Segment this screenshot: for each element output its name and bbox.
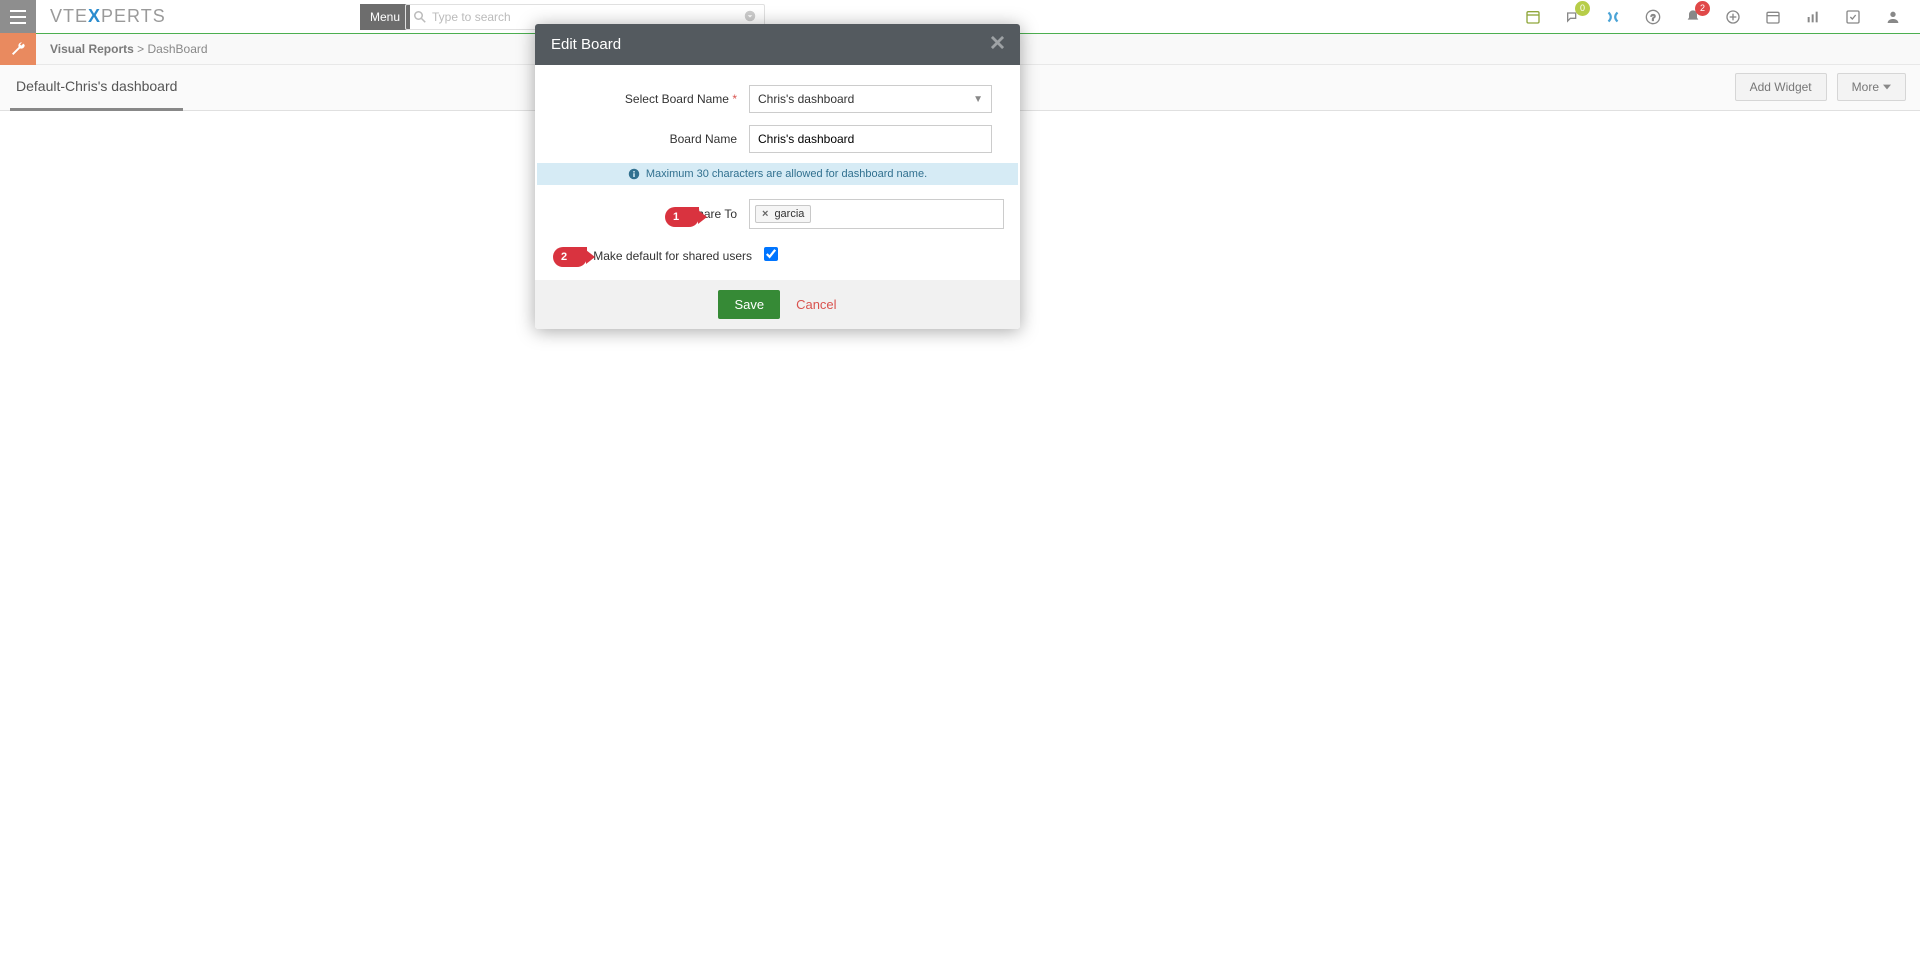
label-board-name: Board Name [549,132,749,146]
modal-footer: Save Cancel [535,280,1020,329]
annotation-marker-2: 2 [553,247,587,267]
board-name-field-wrap [749,125,992,153]
comments-badge: 0 [1575,1,1590,16]
hamburger-menu[interactable] [0,0,36,33]
row-make-default: 2 Make default for shared users [535,241,1020,270]
calendar-icon[interactable] [1764,8,1782,26]
row-board-name: Board Name [535,119,1020,159]
logo-x: X [88,6,101,27]
breadcrumb-page[interactable]: DashBoard [148,42,208,56]
settings-wrench[interactable] [0,33,36,65]
cancel-button[interactable]: Cancel [796,297,836,312]
svg-text:?: ? [1651,12,1656,22]
chart-icon[interactable] [1804,8,1822,26]
modal-header: Edit Board [535,24,1020,65]
breadcrumb-module[interactable]: Visual Reports [50,42,134,56]
logo-suffix: PERTS [101,6,166,27]
info-text: Maximum 30 characters are allowed for da… [646,168,927,180]
modal-body: Select Board Name * Chris's dashboard ▼ … [535,65,1020,270]
hamburger-icon [10,10,26,24]
logo-prefix: VTE [50,6,88,27]
search-input[interactable] [432,10,744,24]
chevron-down-icon: ▼ [973,94,983,105]
help-icon[interactable]: ? [1644,8,1662,26]
menu-button[interactable]: Menu [360,4,410,30]
modal-close[interactable] [991,36,1004,53]
wrench-icon [10,41,26,57]
logo[interactable]: VTEXPERTS [50,6,166,27]
breadcrumb-sep: > [137,42,147,56]
share-tag: × garcia [755,205,811,223]
task-check-icon[interactable] [1844,8,1862,26]
vte-x-icon[interactable] [1604,8,1622,26]
search-dropdown-icon[interactable] [744,10,756,25]
save-button[interactable]: Save [718,290,780,319]
label-make-default: 2 Make default for shared users [549,249,764,263]
make-default-checkbox[interactable] [764,247,778,261]
select-board-value: Chris's dashboard [758,92,854,106]
plus-circle-icon[interactable] [1724,8,1742,26]
required-mark: * [732,92,737,106]
modal-title: Edit Board [551,36,621,53]
share-to-input[interactable]: × garcia [749,199,1004,229]
board-name-input[interactable] [758,132,983,146]
more-button[interactable]: More [1837,73,1906,101]
add-widget-button[interactable]: Add Widget [1735,73,1827,101]
search-icon [414,11,426,23]
share-tag-label: garcia [774,208,804,220]
info-icon [628,168,640,180]
bell-icon[interactable]: 2 [1684,8,1702,26]
remove-tag-icon[interactable]: × [762,208,768,220]
edit-board-modal: Edit Board Select Board Name * Chris's d… [535,24,1020,329]
label-select-board: Select Board Name * [549,92,749,106]
breadcrumb: Visual Reports > DashBoard [50,42,208,56]
top-icons: 0 ? 2 [1524,0,1902,33]
bell-badge: 2 [1695,1,1710,16]
row-select-board: Select Board Name * Chris's dashboard ▼ [535,79,1020,119]
comments-icon[interactable]: 0 [1564,8,1582,26]
dashboard-actions: Add Widget More [1735,73,1906,101]
info-max-chars: Maximum 30 characters are allowed for da… [537,163,1018,185]
tab-default-dashboard[interactable]: Default-Chris's dashboard [10,65,183,111]
user-icon[interactable] [1884,8,1902,26]
more-label: More [1852,80,1879,94]
calendar-alert-icon[interactable] [1524,8,1542,26]
label-share-to: 1 Share To [549,207,749,221]
chevron-down-icon [1883,83,1891,91]
annotation-marker-1: 1 [665,207,699,227]
row-share-to: 1 Share To × garcia [535,193,1020,235]
close-icon [991,36,1004,49]
select-board-name[interactable]: Chris's dashboard ▼ [749,85,992,113]
